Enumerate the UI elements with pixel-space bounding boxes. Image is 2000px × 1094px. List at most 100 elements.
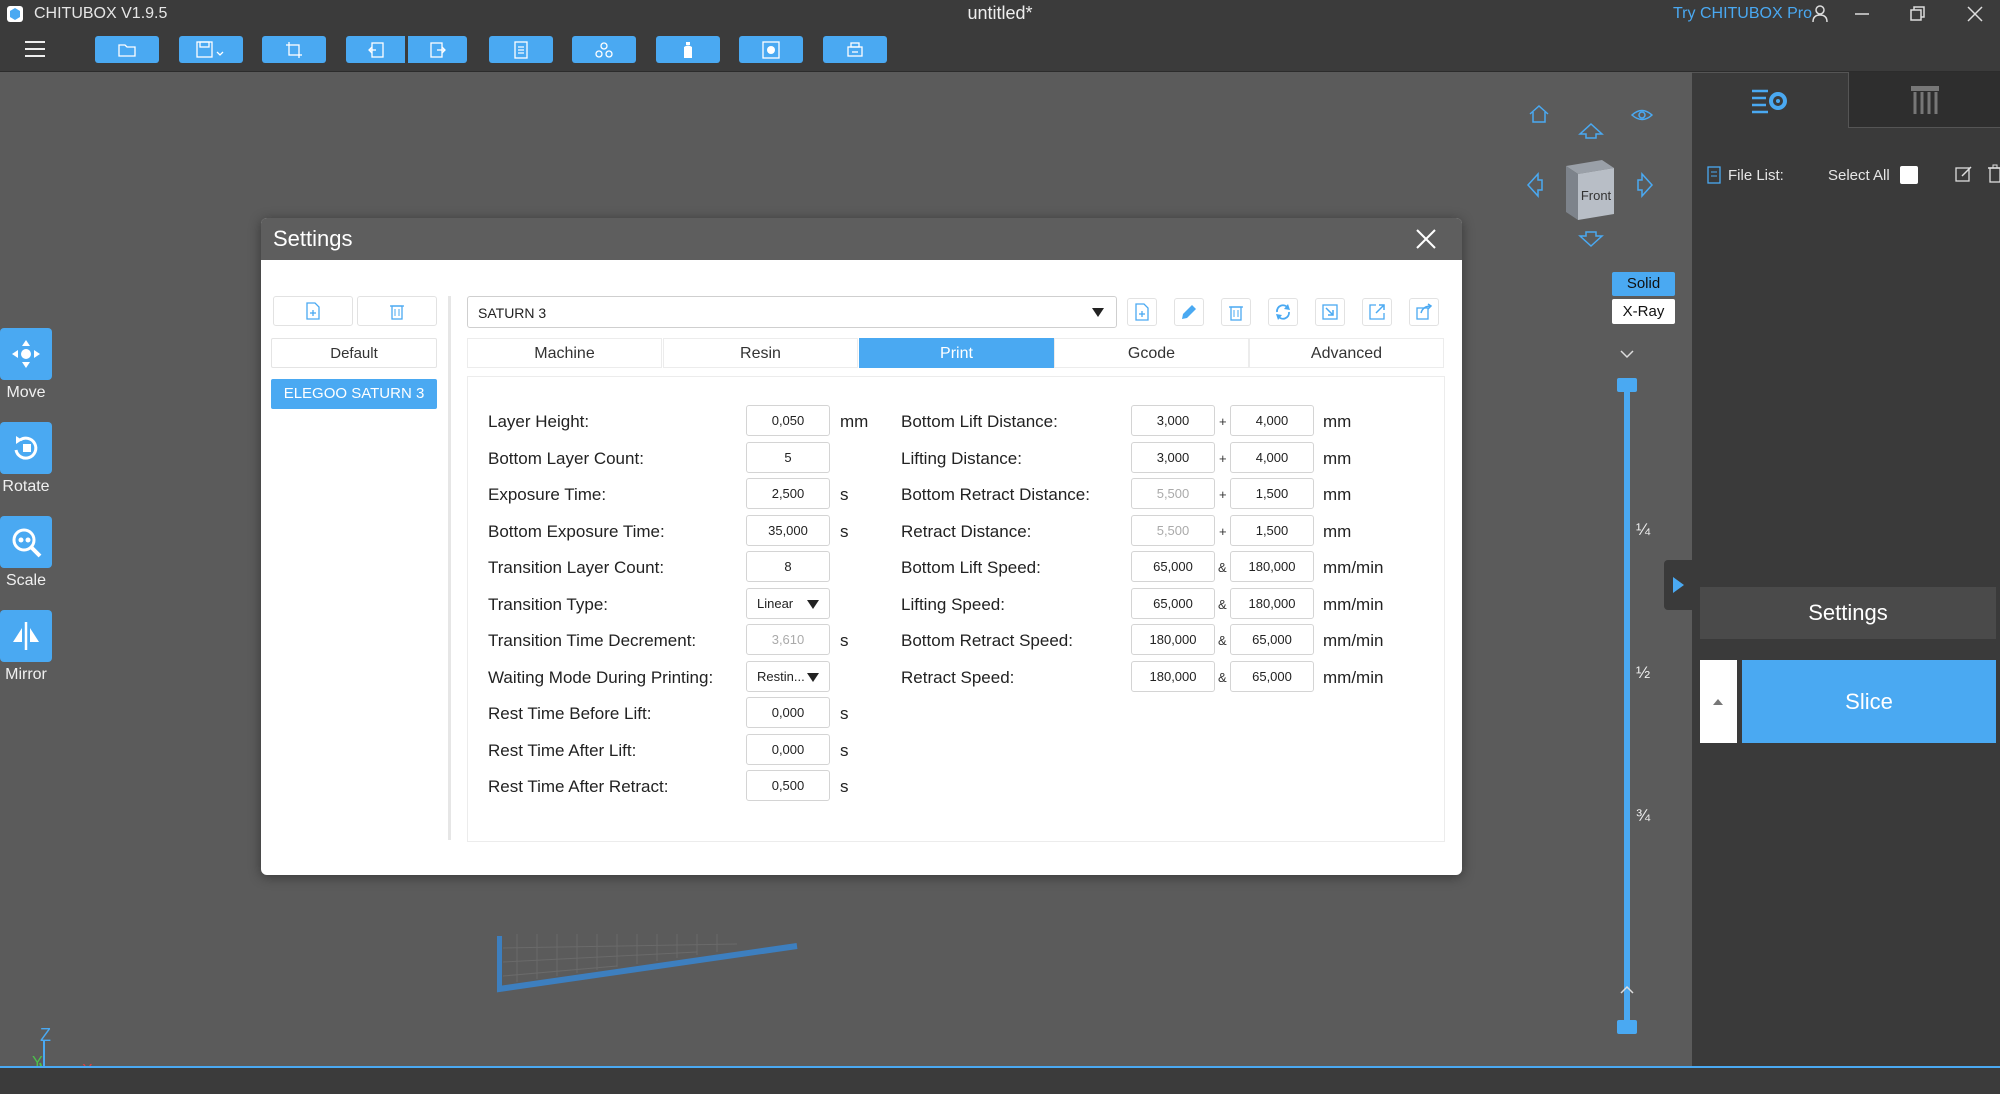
- lifting-distance-input-1[interactable]: 3,000: [1131, 442, 1215, 473]
- restore-button[interactable]: [1898, 0, 1938, 28]
- view-cube[interactable]: Front: [1558, 154, 1622, 226]
- delete-printer-button[interactable]: [1221, 298, 1251, 326]
- tab-advanced[interactable]: Advanced: [1249, 338, 1444, 368]
- rest-time-before-lift-label: Rest Time Before Lift:: [488, 704, 652, 723]
- new-profile-button[interactable]: [1127, 298, 1157, 326]
- rotate-tool-button[interactable]: [0, 422, 52, 474]
- solid-view-button[interactable]: Solid: [1612, 272, 1675, 296]
- tab-gcode[interactable]: Gcode: [1054, 338, 1249, 368]
- view-right-arrow-icon[interactable]: [1636, 172, 1654, 198]
- try-pro-link[interactable]: Try CHITUBOX Pro: [1673, 5, 1812, 23]
- rename-profile-button[interactable]: [1174, 298, 1204, 326]
- tab-supports[interactable]: [1848, 72, 2000, 128]
- exposure-time-input[interactable]: 2,500: [746, 478, 830, 509]
- layer-slider-top-handle[interactable]: [1617, 378, 1637, 392]
- lifting-speed-input-1[interactable]: 65,000: [1131, 588, 1215, 619]
- close-window-button[interactable]: [1955, 0, 1995, 28]
- retract-distance-input-2[interactable]: 1,500: [1230, 515, 1314, 546]
- mirror-tool-button[interactable]: [0, 610, 52, 662]
- xray-view-button[interactable]: X-Ray: [1612, 299, 1675, 324]
- crop-button[interactable]: [262, 36, 326, 63]
- panel-expand-button[interactable]: [1664, 560, 1692, 610]
- tab-machine[interactable]: Machine: [467, 338, 662, 368]
- share-profile-button[interactable]: [1409, 298, 1439, 326]
- move-tool-button[interactable]: [0, 328, 52, 380]
- printer-select[interactable]: SATURN 3: [467, 296, 1117, 328]
- home-view-icon[interactable]: [1527, 102, 1551, 126]
- bottom-lift-distance-unit: mm: [1323, 412, 1352, 431]
- status-bar: [0, 1066, 2000, 1094]
- bottom-retract-distance-input-2[interactable]: 1,500: [1230, 478, 1314, 509]
- minimize-button[interactable]: [1842, 0, 1882, 28]
- layer-height-input[interactable]: 0,050: [746, 405, 830, 436]
- profile-elegoo-saturn-3[interactable]: ELEGOO SATURN 3: [271, 379, 437, 409]
- retract-speed-input-1[interactable]: 180,000: [1131, 661, 1215, 692]
- transition-type-select[interactable]: Linear: [746, 588, 830, 619]
- scale-tool[interactable]: Scale: [0, 516, 52, 590]
- rest-time-after-retract-input[interactable]: 0,500: [746, 770, 830, 801]
- view-left-arrow-icon[interactable]: [1526, 172, 1544, 198]
- tab-resin[interactable]: Resin: [663, 338, 858, 368]
- tab-print[interactable]: Print: [859, 338, 1054, 368]
- menu-button[interactable]: [22, 36, 48, 62]
- edit-icon[interactable]: [1954, 164, 1974, 184]
- view-bottom-arrow-icon[interactable]: [1578, 230, 1604, 248]
- profile-default[interactable]: Default: [271, 338, 437, 368]
- bottom-layer-count-input[interactable]: 5: [746, 442, 830, 473]
- rotate-tool[interactable]: Rotate: [0, 422, 52, 496]
- import-button[interactable]: [346, 36, 405, 63]
- bottom-retract-speed-input-2[interactable]: 65,000: [1230, 624, 1314, 655]
- tab-settings-list[interactable]: [1692, 72, 1848, 128]
- exposure-time-label: Exposure Time:: [488, 485, 607, 504]
- retract-distance-input-1: 5,500: [1131, 515, 1215, 546]
- layout-button[interactable]: [572, 36, 636, 63]
- import-profile-button[interactable]: [1315, 298, 1345, 326]
- bottom-exposure-time-input[interactable]: 35,000: [746, 515, 830, 546]
- layer-slider-track[interactable]: [1624, 380, 1630, 1032]
- bottom-retract-speed-input-1[interactable]: 180,000: [1131, 624, 1215, 655]
- add-profile-button[interactable]: [273, 296, 353, 326]
- lifting-distance-input-2[interactable]: 4,000: [1230, 442, 1314, 473]
- mirror-tool[interactable]: Mirror: [0, 610, 52, 684]
- eye-icon[interactable]: [1630, 106, 1654, 124]
- reset-button[interactable]: [1268, 298, 1298, 326]
- export-profile-button[interactable]: [1362, 298, 1392, 326]
- export-button[interactable]: [408, 36, 467, 63]
- close-icon: [1416, 229, 1436, 249]
- bottom-lift-distance-input-2[interactable]: 4,000: [1230, 405, 1314, 436]
- select-all-checkbox[interactable]: [1900, 166, 1918, 184]
- slice-button[interactable]: Slice: [1742, 660, 1996, 743]
- dialog-close-button[interactable]: [1411, 224, 1441, 254]
- resin-button[interactable]: [656, 36, 720, 63]
- move-tool[interactable]: Move: [0, 328, 52, 402]
- settings-button[interactable]: Settings: [1700, 587, 1996, 639]
- chevron-down-icon[interactable]: [1619, 348, 1635, 360]
- trash-icon[interactable]: [1986, 164, 2000, 184]
- open-folder-icon: [118, 43, 136, 57]
- transition-layer-count-input[interactable]: 8: [746, 551, 830, 582]
- rest-time-after-lift-input[interactable]: 0,000: [746, 734, 830, 765]
- view-top-arrow-icon[interactable]: [1578, 122, 1604, 140]
- save-button[interactable]: [179, 36, 243, 63]
- rest-time-before-lift-input[interactable]: 0,000: [746, 697, 830, 728]
- layer-slider-bottom-handle[interactable]: [1617, 1020, 1637, 1034]
- slice-options-toggle[interactable]: [1700, 660, 1737, 743]
- printer-button[interactable]: [823, 36, 887, 63]
- bottom-lift-speed-input-2[interactable]: 180,000: [1230, 551, 1314, 582]
- chevron-up-icon[interactable]: [1619, 984, 1635, 996]
- account-button[interactable]: [1800, 0, 1840, 28]
- bottom-lift-speed-input-1[interactable]: 65,000: [1131, 551, 1215, 582]
- scale-tool-button[interactable]: [0, 516, 52, 568]
- delete-profile-button[interactable]: [357, 296, 437, 326]
- retract-speed-input-2[interactable]: 65,000: [1230, 661, 1314, 692]
- import-icon: [367, 41, 384, 58]
- bottom-lift-distance-input-1[interactable]: 3,000: [1131, 405, 1215, 436]
- rotate-icon: [14, 436, 38, 460]
- open-file-button[interactable]: [95, 36, 159, 63]
- lifting-speed-input-2[interactable]: 180,000: [1230, 588, 1314, 619]
- slice-preview-button[interactable]: [739, 36, 803, 63]
- bottom-lift-speed-unit: mm/min: [1323, 558, 1384, 577]
- document-button[interactable]: [489, 36, 553, 63]
- waiting-mode-select[interactable]: Restin...: [746, 661, 830, 692]
- title-bar: CHITUBOX V1.9.5 untitled* Try CHITUBOX P…: [0, 0, 2000, 28]
